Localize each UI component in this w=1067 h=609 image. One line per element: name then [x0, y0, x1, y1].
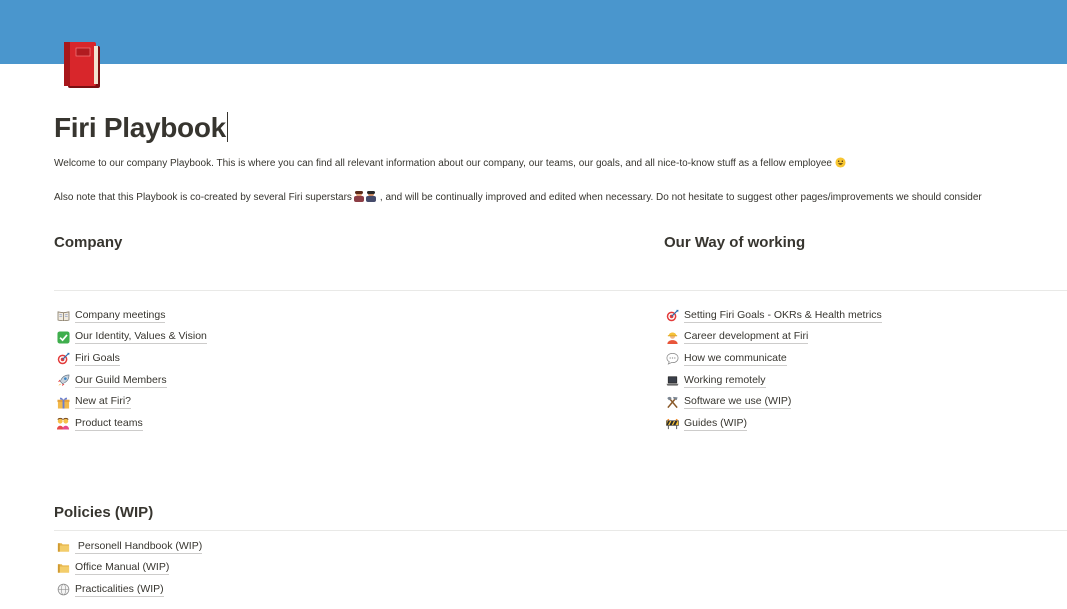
policies-divider [54, 530, 1067, 531]
laptop-icon [665, 374, 679, 388]
policies-link-handbook[interactable]: Personell Handbook (WIP) [56, 536, 203, 558]
link-label[interactable]: Firi Goals [75, 352, 120, 366]
wow-link-remote[interactable]: Working remotely [665, 370, 882, 392]
construction-icon [665, 417, 679, 431]
link-label[interactable]: Career development at Firi [684, 330, 809, 345]
link-label[interactable]: Personell Handbook (WIP) [75, 540, 203, 554]
folder-icon [56, 561, 70, 575]
company-link-product-teams[interactable]: Product teams [56, 413, 207, 435]
policies-links: Personell Handbook (WIP) Office Manual (… [56, 536, 203, 601]
gift-icon [56, 395, 70, 409]
tools-icon [665, 395, 679, 409]
intro-text-1: Welcome to our company Playbook. This is… [54, 158, 832, 169]
open-book-icon [56, 309, 70, 323]
page-title[interactable]: Firi Playbook [54, 112, 229, 144]
link-label[interactable]: Product teams [75, 417, 143, 431]
wow-link-setting-goals[interactable]: Setting Firi Goals - OKRs & Health metri… [665, 305, 882, 327]
link-label[interactable]: Company meetings [75, 309, 166, 323]
link-label[interactable]: How we communicate [684, 352, 787, 366]
rocket-icon [56, 374, 70, 388]
people-icon [56, 417, 70, 431]
folder-icon [56, 540, 70, 554]
target-icon [56, 352, 70, 366]
smiley-emoji-icon [835, 157, 846, 173]
intro-paragraph-1[interactable]: Welcome to our company Playbook. This is… [54, 157, 846, 173]
company-link-new-at-firi[interactable]: New at Firi? [56, 391, 207, 413]
link-label[interactable]: Office Manual (WIP) [75, 561, 170, 576]
wow-link-software[interactable]: Software we use (WIP) [665, 391, 882, 413]
link-label[interactable]: Our Guild Members [75, 374, 167, 388]
intro-text-2a: Also note that this Playbook is co-creat… [54, 192, 352, 203]
globe-icon [56, 583, 70, 597]
link-label[interactable]: Working remotely [684, 374, 766, 388]
text-cursor [226, 112, 229, 142]
intro-paragraph-2[interactable]: Also note that this Playbook is co-creat… [54, 190, 982, 207]
policies-link-practicalities[interactable]: Practicalities (WIP) [56, 579, 202, 601]
worker-icon [665, 330, 679, 344]
company-divider [54, 290, 1067, 291]
target-icon [665, 309, 679, 323]
company-link-meetings[interactable]: Company meetings [56, 305, 207, 327]
cover-banner[interactable] [0, 0, 1067, 64]
link-label[interactable]: New at Firi? [75, 395, 132, 410]
intro-text-2b: , and will be continually improved and e… [379, 192, 982, 203]
superstars-emoji-icon [352, 190, 380, 207]
link-label[interactable]: Software we use (WIP) [684, 395, 792, 410]
way-of-working-heading[interactable]: Our Way of working [664, 234, 805, 251]
link-label[interactable]: Practicalities (WIP) [75, 583, 164, 597]
company-link-goals[interactable]: Firi Goals [56, 348, 207, 370]
policies-heading[interactable]: Policies (WIP) [54, 504, 153, 521]
red-book-icon[interactable] [58, 38, 104, 92]
company-heading[interactable]: Company [54, 234, 122, 251]
link-label[interactable]: Setting Firi Goals - OKRs & Health metri… [684, 309, 882, 323]
company-link-guild[interactable]: Our Guild Members [56, 370, 207, 392]
link-label[interactable]: Guides (WIP) [684, 417, 748, 431]
wow-link-career[interactable]: Career development at Firi [665, 327, 882, 349]
way-of-working-links: Setting Firi Goals - OKRs & Health metri… [665, 305, 882, 435]
wow-link-guides[interactable]: Guides (WIP) [665, 413, 882, 435]
company-links: Company meetings Our Identity, Values & … [56, 305, 207, 435]
wow-link-communicate[interactable]: How we communicate [665, 348, 882, 370]
policies-link-office-manual[interactable]: Office Manual (WIP) [56, 558, 202, 580]
speech-bubble-icon [665, 352, 679, 366]
company-link-identity[interactable]: Our Identity, Values & Vision [56, 327, 207, 349]
check-mark-icon [56, 330, 70, 344]
link-label[interactable]: Our Identity, Values & Vision [75, 330, 207, 345]
